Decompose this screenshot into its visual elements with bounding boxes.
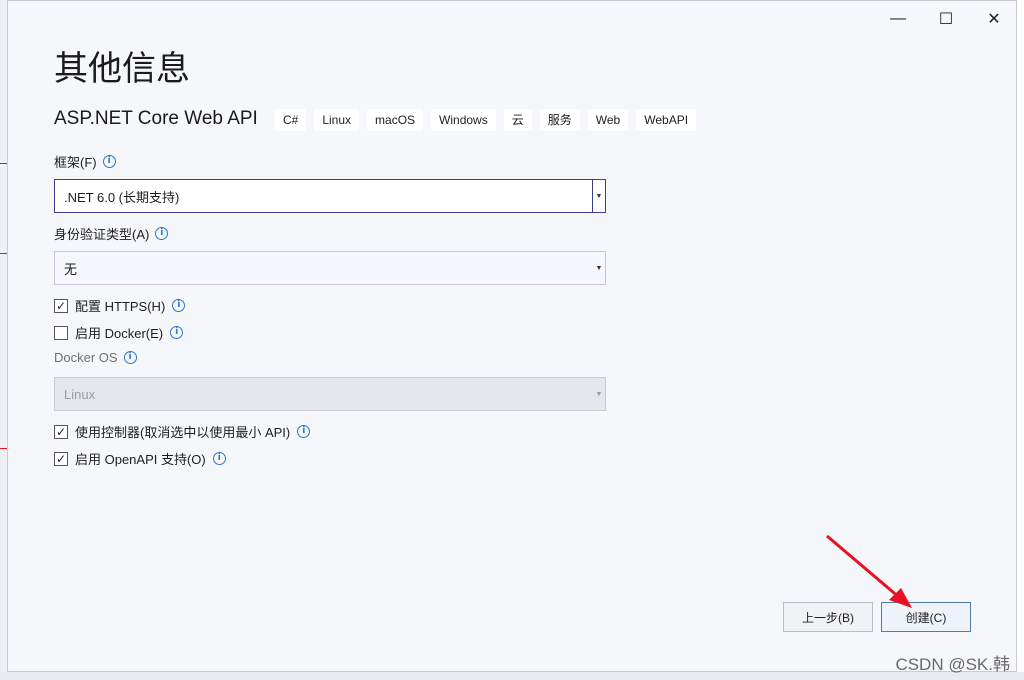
annotation-arrow-shaft (826, 534, 901, 600)
watermark: CSDN @SK.韩 (895, 655, 1010, 674)
annotation-arrow (826, 534, 912, 608)
